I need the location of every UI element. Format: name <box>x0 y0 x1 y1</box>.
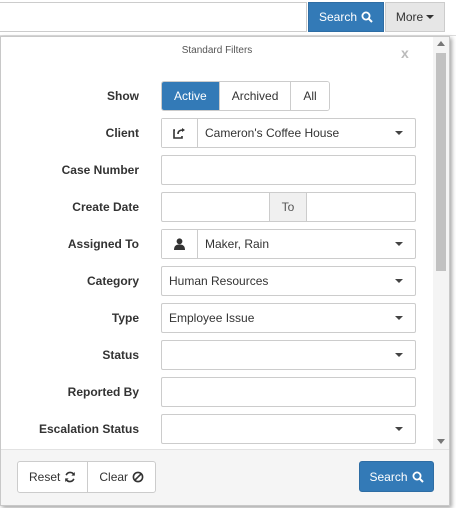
clear-button[interactable]: Clear <box>88 462 155 492</box>
chevron-down-icon <box>395 242 403 246</box>
assigned-to-select[interactable]: Maker, Rain <box>161 229 416 259</box>
type-select[interactable]: Employee Issue <box>161 303 416 333</box>
scroll-down-arrow-icon[interactable] <box>437 439 445 444</box>
create-date-row: Create Date To <box>1 192 433 222</box>
date-to-label: To <box>269 193 307 221</box>
assigned-to-label: Assigned To <box>67 237 139 251</box>
client-row: Client Cameron's Coffee House <box>1 118 433 148</box>
top-search-button[interactable]: Search <box>308 2 384 32</box>
assigned-to-user-button[interactable] <box>162 230 198 258</box>
type-row: Type Employee Issue <box>1 303 433 333</box>
footer-button-group: Reset Clear <box>17 461 157 493</box>
scroll-up-arrow-icon[interactable] <box>437 41 445 46</box>
category-value: Human Resources <box>169 274 269 288</box>
chevron-down-icon <box>395 353 403 357</box>
caret-down-icon <box>426 15 435 19</box>
show-archived-option[interactable]: Archived <box>219 82 292 110</box>
top-search-label: Search <box>318 10 358 24</box>
case-number-row: Case Number <box>1 155 433 185</box>
escalation-status-label: Escalation Status <box>38 422 139 436</box>
type-label: Type <box>111 311 139 325</box>
reported-by-input[interactable] <box>161 377 416 407</box>
assigned-to-row: Assigned To Maker, Rain <box>1 229 433 259</box>
status-select[interactable] <box>161 340 416 370</box>
footer-search-button[interactable]: Search <box>359 461 434 492</box>
reset-label: Reset <box>29 470 61 484</box>
escalation-status-select[interactable] <box>161 414 416 444</box>
status-row: Status <box>1 340 433 370</box>
assigned-to-value: Maker, Rain <box>205 237 270 251</box>
case-number-input[interactable] <box>161 155 416 185</box>
create-date-range: To <box>161 192 416 222</box>
user-icon <box>174 238 185 250</box>
scrollbar[interactable] <box>433 37 449 449</box>
case-number-label: Case Number <box>61 163 139 177</box>
status-label: Status <box>102 348 139 362</box>
chevron-down-icon <box>395 427 403 431</box>
top-search-field[interactable] <box>0 2 307 32</box>
close-icon[interactable]: x <box>401 45 409 61</box>
ban-icon <box>132 471 144 483</box>
show-row: Show Active Archived All <box>1 81 433 111</box>
show-toggle-group: Active Archived All <box>161 81 330 111</box>
more-label: More <box>395 10 424 24</box>
show-all-option[interactable]: All <box>291 82 329 110</box>
chevron-down-icon <box>395 316 403 320</box>
search-icon <box>412 471 424 483</box>
category-row: Category Human Resources <box>1 266 433 296</box>
scroll-thumb[interactable] <box>436 53 446 271</box>
create-date-label: Create Date <box>72 200 139 214</box>
panel-title: Standard Filters <box>181 45 253 56</box>
reported-by-row: Reported By <box>1 377 433 407</box>
reset-button[interactable]: Reset <box>18 462 89 492</box>
show-label: Show <box>107 89 139 103</box>
chevron-down-icon <box>395 279 403 283</box>
search-icon <box>361 11 373 23</box>
footer-search-label: Search <box>369 469 408 484</box>
chevron-down-icon <box>395 131 403 135</box>
client-value: Cameron's Coffee House <box>205 126 340 140</box>
client-label: Client <box>105 126 139 140</box>
more-button[interactable]: More <box>385 2 445 32</box>
top-bar: Search More <box>0 0 456 36</box>
panel-footer: Reset Clear Search <box>1 449 449 505</box>
client-select[interactable]: Cameron's Coffee House <box>161 118 416 148</box>
show-active-option[interactable]: Active <box>162 82 220 110</box>
client-link-button[interactable] <box>162 119 198 147</box>
external-link-icon <box>173 128 185 139</box>
type-value: Employee Issue <box>169 311 255 325</box>
standard-filters-panel: Standard Filters x Show Active Archived … <box>0 36 450 506</box>
refresh-icon <box>65 471 76 483</box>
category-label: Category <box>86 274 139 288</box>
clear-label: Clear <box>99 470 129 484</box>
reported-by-label: Reported By <box>67 385 139 399</box>
escalation-status-row: Escalation Status <box>1 414 433 444</box>
category-select[interactable]: Human Resources <box>161 266 416 296</box>
